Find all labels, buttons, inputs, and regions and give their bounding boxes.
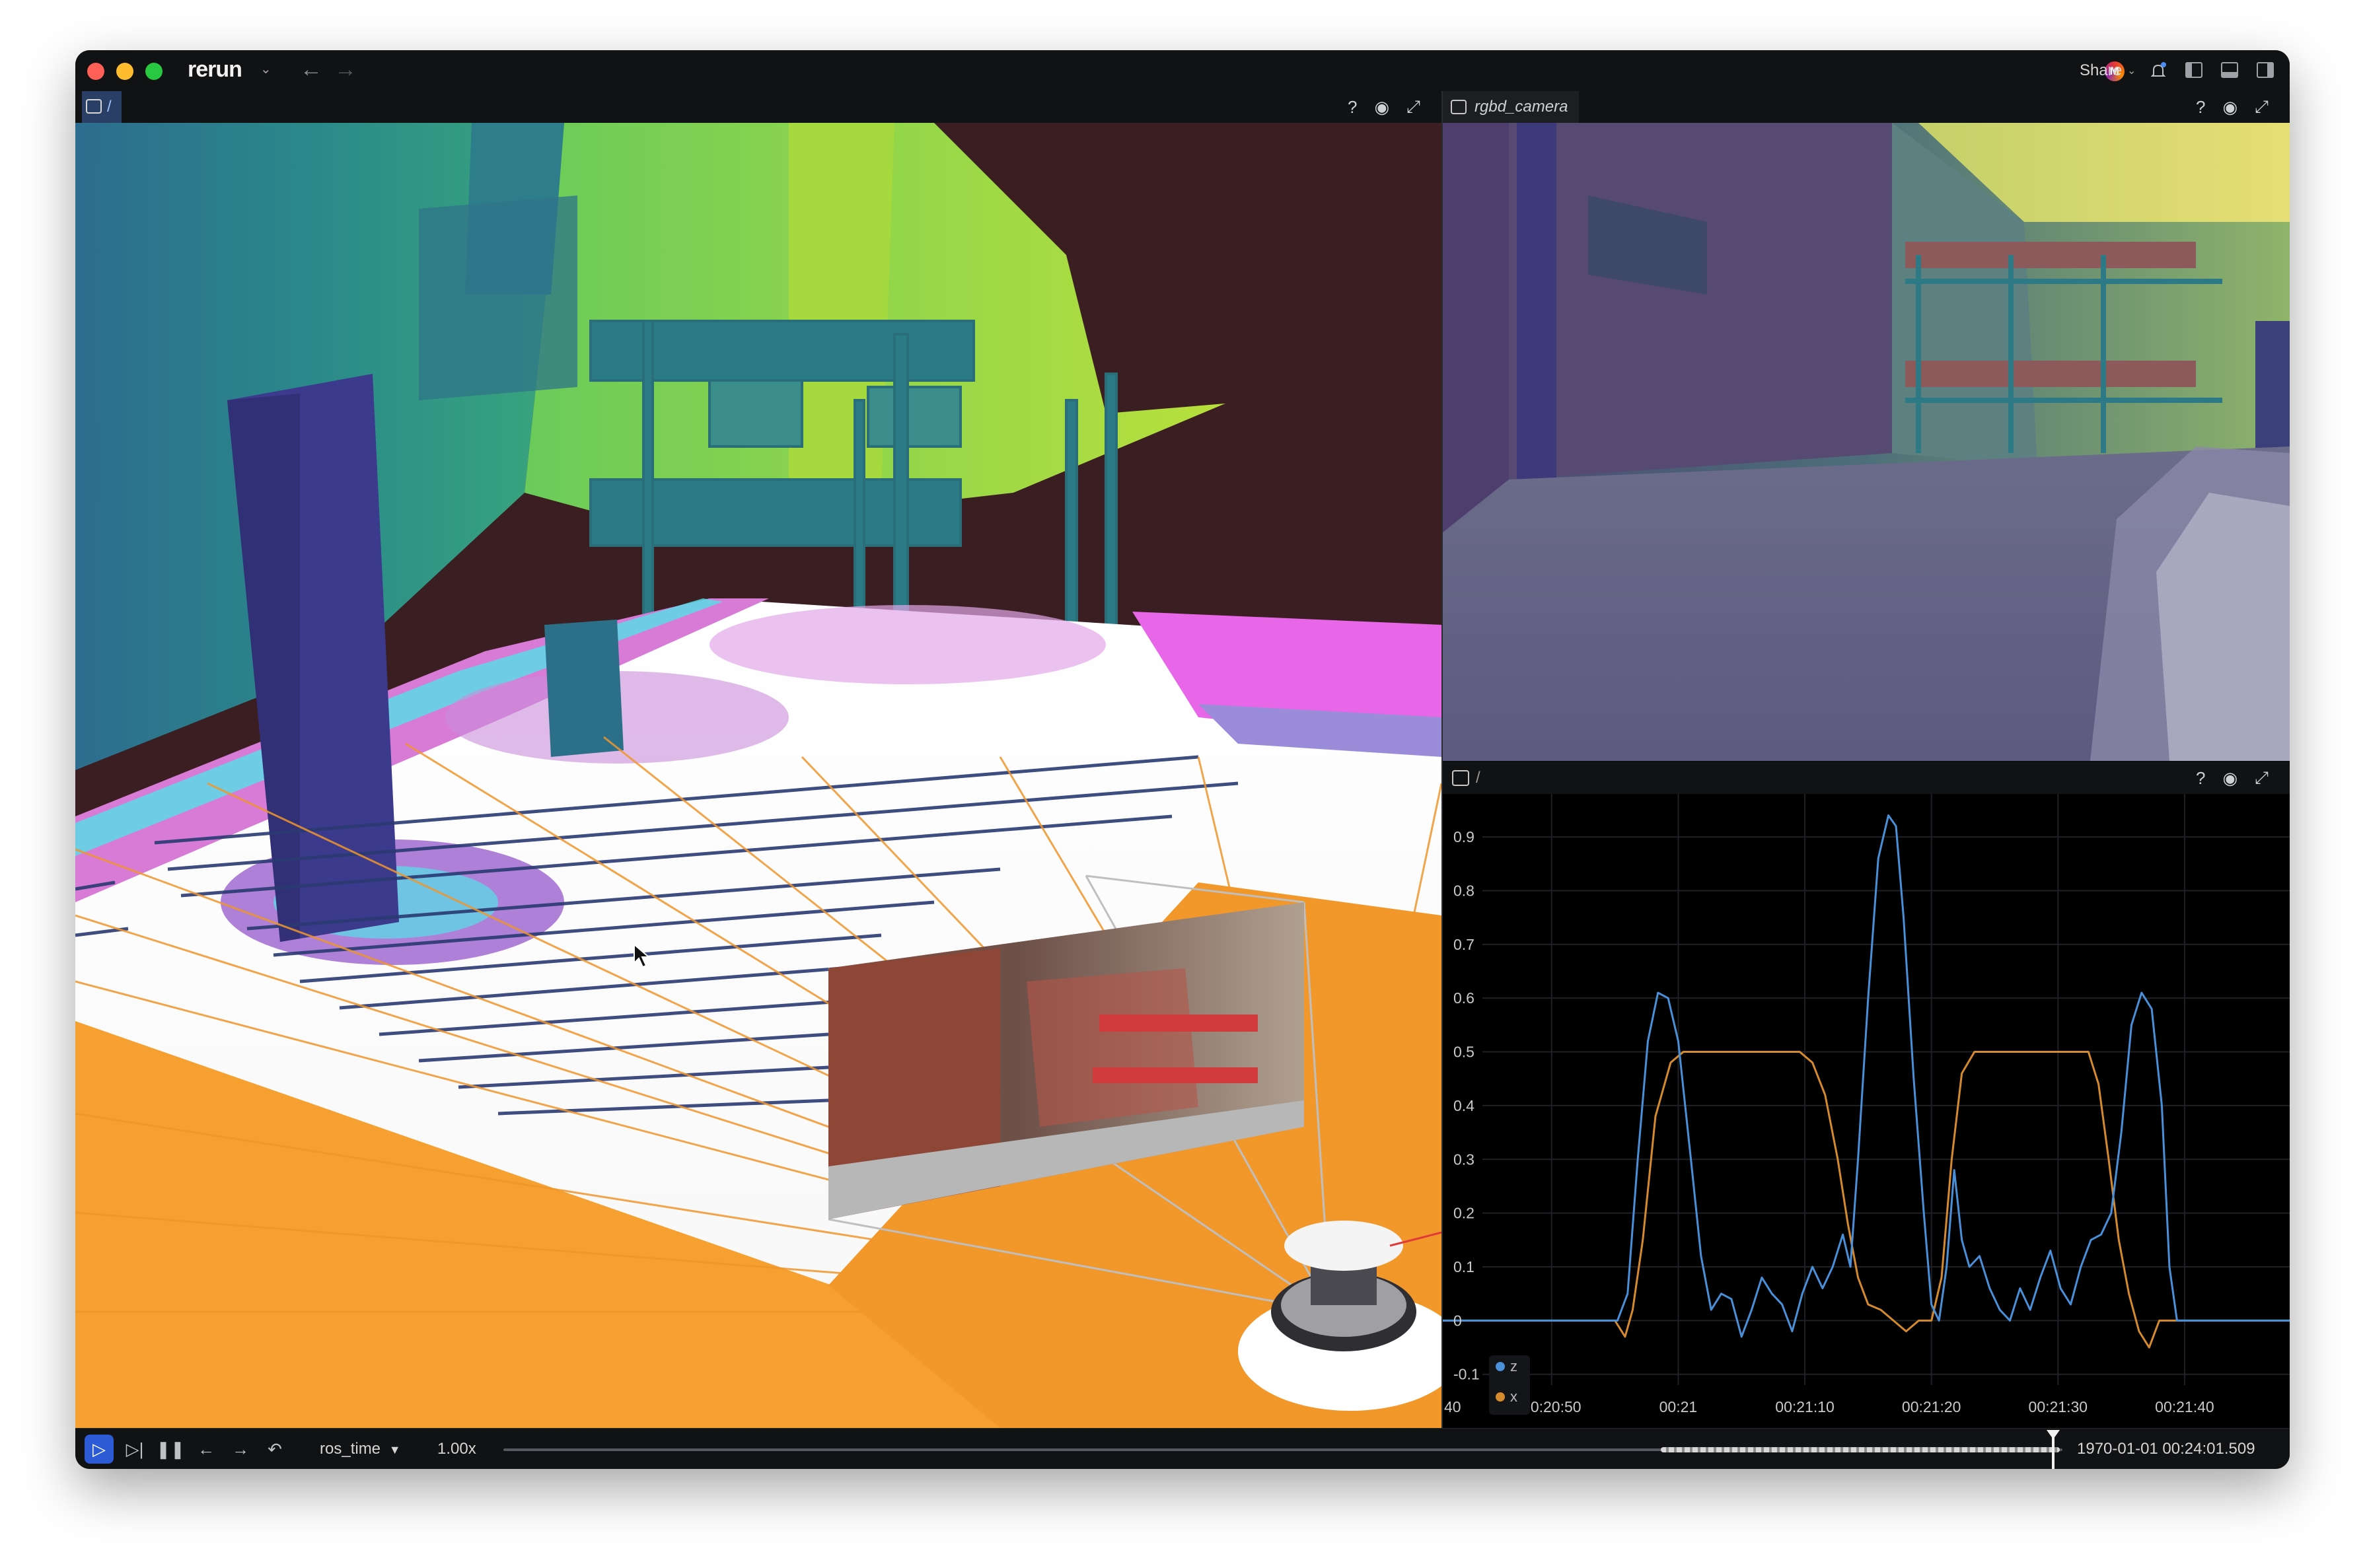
y-tick-label: 0.3: [1453, 1151, 1474, 1168]
back-arrow-icon[interactable]: ←: [300, 57, 322, 83]
close-window-button[interactable]: [87, 63, 104, 80]
forward-arrow-icon[interactable]: →: [334, 57, 357, 83]
plot-view-header: / ? ◉ ⤢: [1443, 762, 2290, 794]
timeline-data-density: [1661, 1447, 2060, 1452]
legend-swatch-x: [1496, 1392, 1505, 1402]
camera-view-title: rgbd_camera: [1474, 98, 1568, 116]
caret-down-icon: ▼: [388, 1443, 401, 1456]
y-tick-label: 0.1: [1453, 1258, 1474, 1275]
minimize-window-button[interactable]: [116, 63, 133, 80]
avatar-chevron-icon[interactable]: ⌄: [2127, 50, 2136, 91]
x-tick-label: 00:21: [1659, 1398, 1698, 1415]
3d-spatial-view[interactable]: [75, 123, 1441, 1428]
plot-grid: [1482, 794, 2290, 1385]
y-tick-label: 0.2: [1453, 1205, 1474, 1222]
y-tick-label: 0.6: [1453, 989, 1474, 1007]
camera-image: [1443, 123, 2290, 761]
share-button[interactable]: Share: [2080, 50, 2122, 91]
plot-series: [1443, 814, 2290, 1349]
share-label: Share: [2080, 61, 2123, 79]
playback-speed[interactable]: 1.00x: [437, 1429, 476, 1469]
title-bar: rerun ⌄ ← → M ⌄ Share: [75, 50, 2290, 92]
visibility-eye-icon[interactable]: ◉: [1374, 97, 1389, 118]
plot-view-tab[interactable]: /: [1449, 762, 1489, 794]
y-tick-label: 0.4: [1453, 1097, 1474, 1114]
y-tick-label: 0.9: [1453, 828, 1474, 845]
x-tick-label: 00:21:30: [2029, 1398, 2088, 1415]
time-cursor-handle-icon[interactable]: [2047, 1430, 2060, 1439]
view3d-path: /: [107, 98, 112, 116]
visibility-eye-icon[interactable]: ◉: [2222, 97, 2238, 118]
x-tick-label: 40: [1444, 1398, 1461, 1415]
image-view-icon: [1451, 100, 1467, 114]
plot-view-path: /: [1476, 769, 1480, 787]
y-tick-label: 0.7: [1453, 936, 1474, 953]
3d-scene[interactable]: [75, 123, 1441, 1428]
series-line-z: [1443, 814, 2290, 1338]
toggle-bottom-panel-icon[interactable]: [2221, 62, 2238, 78]
view3d-header: / ? ◉ ⤢: [75, 91, 1441, 123]
time-series-plot[interactable]: 0.9 0.8 0.7 0.6 0.5 0.4 0.3 0.2 0.1 0 -0.1 40 00:20…: [1443, 794, 2290, 1428]
series-line-x: [1443, 1051, 2290, 1349]
bell-icon: [2150, 62, 2166, 77]
pause-button[interactable]: ❚❚: [156, 1435, 185, 1464]
rerun-logo[interactable]: rerun: [188, 57, 242, 83]
zoom-window-button[interactable]: [145, 63, 163, 80]
chevron-down-icon[interactable]: ⌄: [260, 61, 272, 77]
visibility-eye-icon[interactable]: ◉: [2222, 768, 2238, 789]
y-tick-label: 0.5: [1453, 1044, 1474, 1061]
toggle-right-panel-icon[interactable]: [2257, 62, 2274, 78]
camera-view-header: rgbd_camera ? ◉ ⤢: [1443, 91, 2290, 123]
loop-button[interactable]: ↶: [260, 1435, 289, 1464]
plot-legend[interactable]: z x: [1489, 1355, 1530, 1415]
help-icon[interactable]: ?: [2196, 768, 2205, 789]
timeseries-view-icon: [1452, 770, 1469, 786]
y-tick-label: 0.8: [1453, 882, 1474, 899]
play-button[interactable]: ▷: [85, 1435, 114, 1464]
help-icon[interactable]: ?: [1348, 97, 1357, 118]
step-back-button[interactable]: ←: [192, 1435, 221, 1464]
y-tick-label: -0.1: [1453, 1366, 1480, 1383]
view3d-tab[interactable]: /: [82, 91, 122, 123]
rerun-window: rerun ⌄ ← → M ⌄ Share / ? ◉ ⤢ rgbd_camer…: [75, 50, 2290, 1469]
maximize-icon[interactable]: ⤢: [1406, 96, 1420, 118]
time-control-bar: ▷ ▷| ❚❚ ← → ↶ ros_time ▼ 1.00x 1970-01-0…: [75, 1428, 2290, 1469]
legend-label-z[interactable]: z: [1510, 1358, 1517, 1375]
x-tick-label: 00:21:20: [1902, 1398, 1961, 1415]
legend-label-x[interactable]: x: [1510, 1388, 1517, 1406]
y-tick-label: 0: [1453, 1312, 1462, 1329]
rgbd-camera-image[interactable]: [1443, 123, 2290, 761]
camera-view-tab[interactable]: rgbd_camera: [1443, 91, 1579, 123]
current-timestamp: 1970-01-01 00:24:01.509 458Z: [2077, 1440, 2255, 1458]
step-next-button[interactable]: →: [226, 1435, 255, 1464]
time-series-chart[interactable]: 0.9 0.8 0.7 0.6 0.5 0.4 0.3 0.2 0.1 0 -0.1 40 00:20…: [1443, 794, 2290, 1428]
help-icon[interactable]: ?: [2196, 97, 2205, 118]
maximize-icon[interactable]: ⤢: [2255, 767, 2269, 789]
timeline-selector[interactable]: ros_time ▼: [320, 1429, 401, 1469]
step-forward-button[interactable]: ▷|: [120, 1435, 149, 1464]
x-tick-label: 00:21:10: [1775, 1398, 1835, 1415]
maximize-icon[interactable]: ⤢: [2255, 96, 2269, 118]
timeline-name: ros_time: [320, 1440, 381, 1458]
y-axis-ticks: 0.9 0.8 0.7 0.6 0.5 0.4 0.3 0.2 0.1 0 -0.1: [1453, 828, 1480, 1383]
toggle-left-panel-icon[interactable]: [2185, 62, 2202, 78]
x-tick-label: 00:21:40: [2155, 1398, 2214, 1415]
x-axis-ticks: 40 00:20:50 00:21 00:21:10 00:21:20 00:21:30 0…: [1444, 1398, 2214, 1415]
spatial-view-icon: [86, 99, 102, 114]
legend-swatch-z: [1496, 1362, 1505, 1371]
notifications-bell-icon[interactable]: [2148, 50, 2168, 91]
x-tick-label: 00:20:50: [1522, 1398, 1582, 1415]
